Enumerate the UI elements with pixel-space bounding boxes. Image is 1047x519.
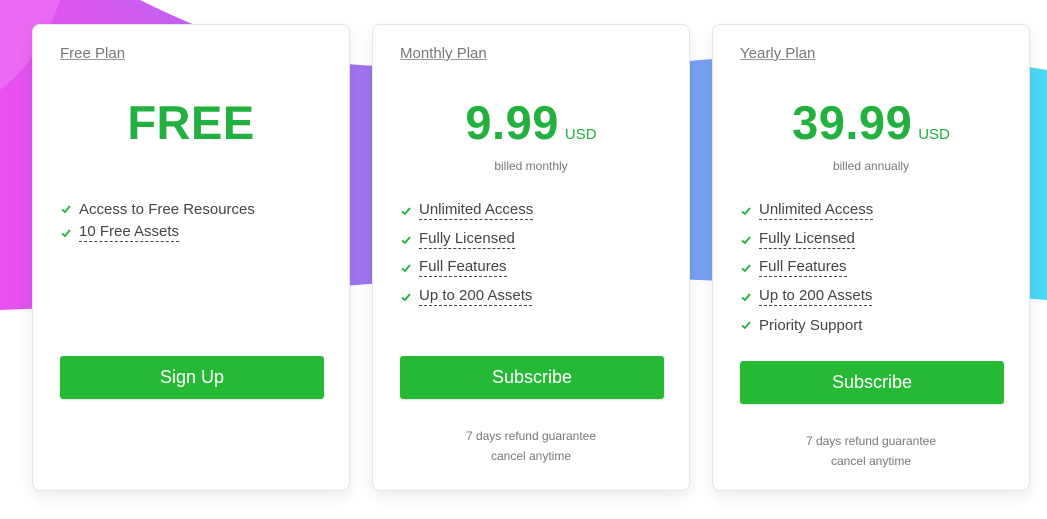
- price-currency: USD: [564, 126, 597, 143]
- feature-item: Unlimited Access: [400, 197, 534, 226]
- check-icon: [740, 291, 752, 303]
- feature-list: Unlimited Access Fully Licensed Full Fea…: [400, 197, 534, 312]
- price-row: FREE: [33, 95, 349, 150]
- cancel-anytime-text: cancel anytime: [830, 454, 912, 468]
- price-row: 39.99 USD: [713, 95, 1029, 150]
- check-icon: [400, 234, 412, 246]
- feature-item: Up to 200 Assets: [400, 283, 533, 312]
- plan-name-link[interactable]: Free Plan: [60, 45, 125, 62]
- pricing-card-free: Free Plan FREE Access to Free Resources …: [32, 24, 350, 491]
- pricing-card-yearly: Yearly Plan 39.99 USD billed annually Unl…: [712, 24, 1030, 491]
- feature-item: Access to Free Resources: [60, 197, 255, 221]
- plan-name-link[interactable]: Yearly Plan: [740, 45, 815, 62]
- refund-note: 7 days refund guarantee cancel anytime: [713, 431, 1029, 471]
- feature-item: Unlimited Access: [740, 197, 874, 226]
- price-row: 9.99 USD: [373, 95, 689, 150]
- check-icon: [400, 205, 412, 217]
- price-amount: FREE: [127, 96, 255, 149]
- feature-item: Full Features: [740, 254, 873, 283]
- price-currency: USD: [918, 126, 950, 143]
- feature-label-tooltip[interactable]: 10 Free Assets: [79, 224, 180, 242]
- feature-list: Access to Free Resources 10 Free Assets: [60, 197, 255, 245]
- price-amount: 9.99: [465, 96, 559, 149]
- check-icon: [740, 319, 752, 331]
- feature-item: 10 Free Assets: [60, 221, 255, 245]
- feature-label-tooltip[interactable]: Unlimited Access: [419, 202, 534, 221]
- subscribe-button[interactable]: Subscribe: [400, 356, 664, 399]
- feature-label-tooltip[interactable]: Fully Licensed: [759, 230, 855, 249]
- cancel-anytime-text: cancel anytime: [490, 449, 572, 463]
- refund-guarantee-text: 7 days refund guarantee: [465, 429, 597, 443]
- feature-label-tooltip[interactable]: Full Features: [419, 259, 507, 278]
- check-icon: [740, 262, 752, 274]
- feature-label-tooltip[interactable]: Up to 200 Assets: [759, 287, 873, 306]
- feature-label-tooltip[interactable]: Fully Licensed: [419, 230, 515, 249]
- feature-item: Fully Licensed: [400, 226, 533, 255]
- pricing-card-monthly: Monthly Plan 9.99 USD billed monthly Unli…: [372, 24, 690, 491]
- feature-label-tooltip[interactable]: Full Features: [759, 259, 847, 278]
- billing-note: billed monthly: [494, 159, 568, 173]
- feature-label: Priority Support: [759, 316, 863, 334]
- subscribe-button[interactable]: Subscribe: [740, 361, 1004, 404]
- check-icon: [60, 203, 72, 215]
- sign-up-button[interactable]: Sign Up: [60, 356, 324, 399]
- feature-label-tooltip[interactable]: Up to 200 Assets: [419, 287, 533, 306]
- feature-item: Priority Support: [740, 311, 873, 340]
- feature-item: Fully Licensed: [740, 226, 873, 255]
- price-amount: 39.99: [792, 96, 913, 149]
- check-icon: [740, 234, 752, 246]
- feature-list: Unlimited Access Fully Licensed Full Fea…: [740, 197, 874, 340]
- check-icon: [60, 227, 72, 239]
- feature-item: Full Features: [400, 254, 533, 283]
- check-icon: [400, 262, 412, 274]
- check-icon: [740, 205, 752, 217]
- refund-guarantee-text: 7 days refund guarantee: [805, 434, 937, 448]
- feature-item: Up to 200 Assets: [740, 283, 873, 312]
- refund-note: 7 days refund guarantee cancel anytime: [373, 426, 689, 466]
- check-icon: [400, 291, 412, 303]
- feature-label: Access to Free Resources: [79, 200, 255, 218]
- feature-label-tooltip[interactable]: Unlimited Access: [759, 202, 874, 221]
- plan-name-link[interactable]: Monthly Plan: [400, 45, 487, 62]
- billing-note: billed annually: [832, 159, 910, 173]
